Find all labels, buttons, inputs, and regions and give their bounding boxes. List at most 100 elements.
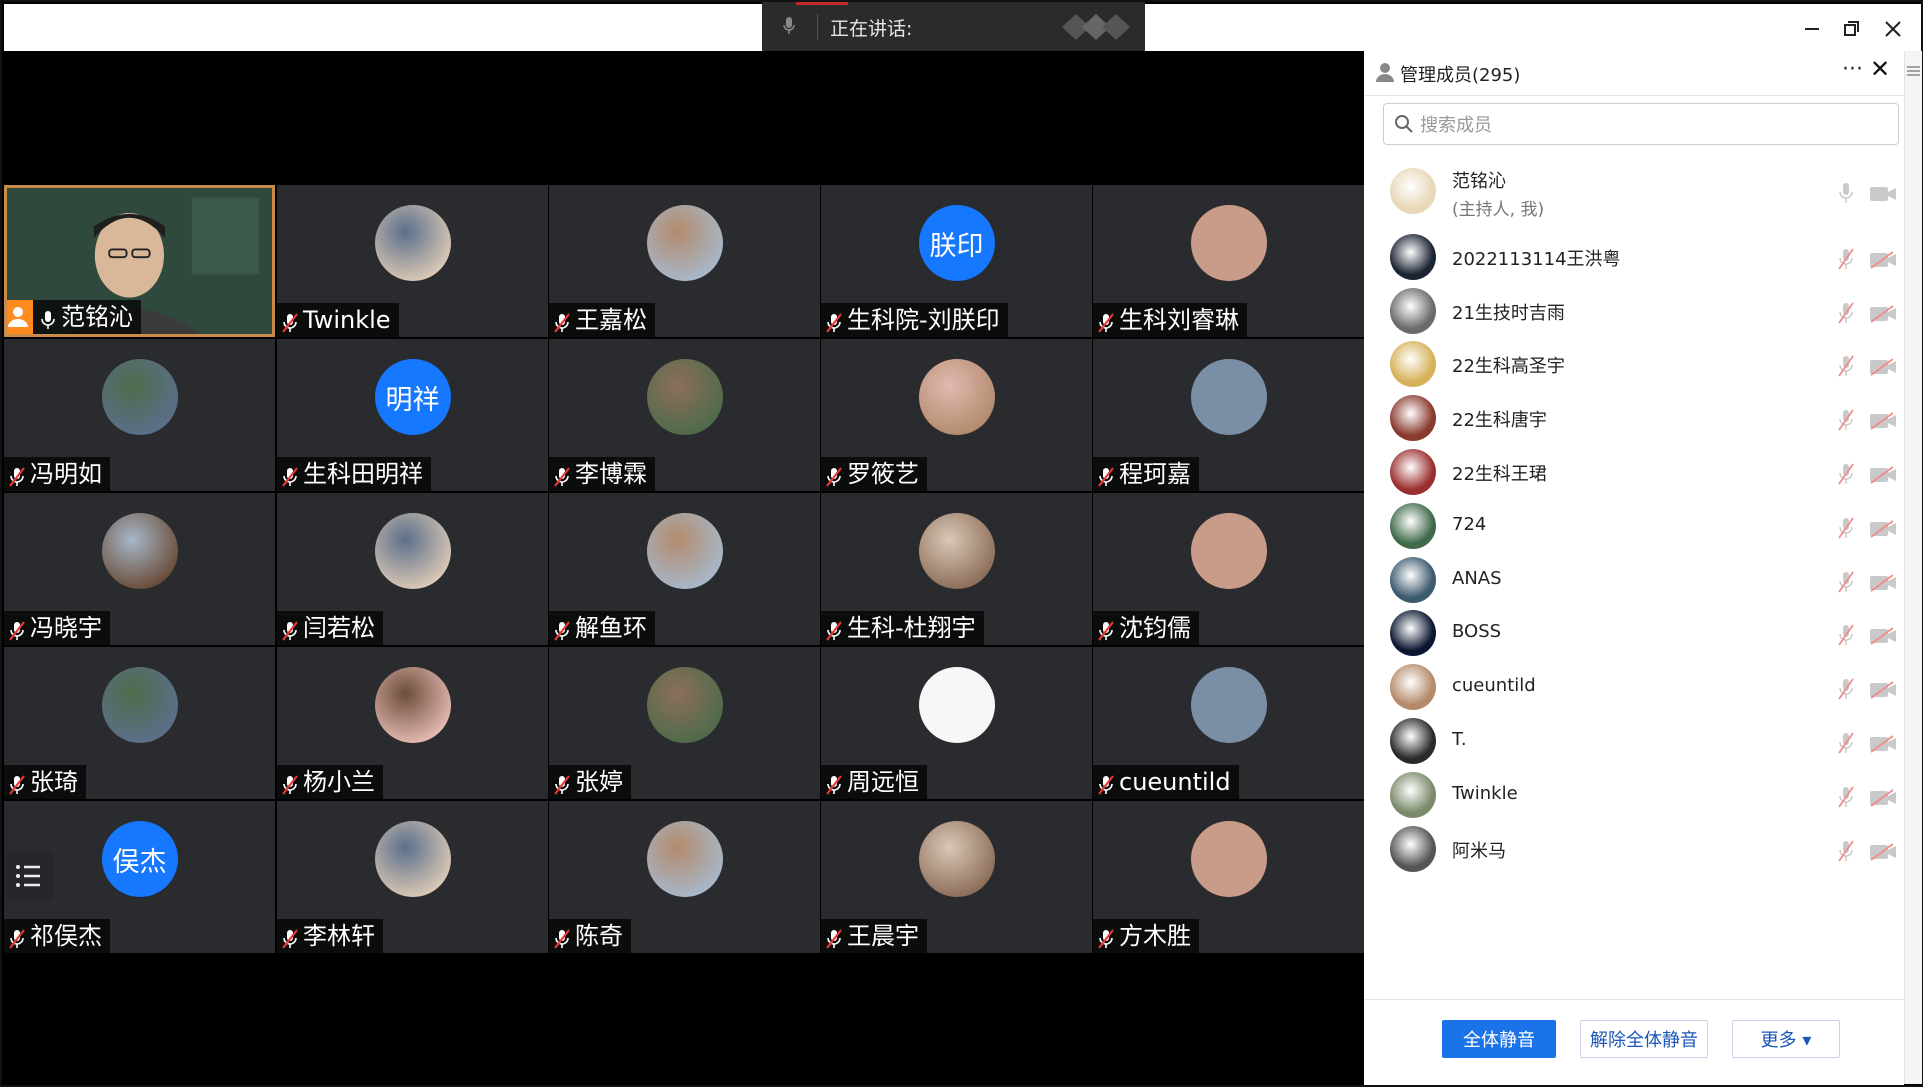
video-tile[interactable]: 李博霖: [549, 339, 820, 491]
video-tile[interactable]: 解鱼环: [549, 493, 820, 645]
muted-microphone-icon[interactable]: [1836, 839, 1856, 863]
member-avatar: [1390, 664, 1436, 711]
muted-microphone-icon[interactable]: [1836, 623, 1856, 647]
member-name: Twinkle: [1452, 782, 1518, 804]
participant-name: 祁俣杰: [30, 922, 102, 950]
muted-microphone-icon: [553, 309, 571, 333]
muted-microphone-icon: [553, 617, 571, 641]
camera-off-icon[interactable]: [1869, 412, 1897, 430]
participant-avatar: [374, 513, 451, 589]
video-tile[interactable]: 程珂嘉: [1093, 339, 1364, 491]
camera-off-icon[interactable]: [1869, 627, 1897, 646]
camera-off-icon[interactable]: [1869, 358, 1897, 377]
mute-all-button[interactable]: 全体静音: [1442, 1020, 1556, 1058]
participant-avatar: [101, 667, 178, 743]
participant-name: 杨小兰: [303, 768, 375, 796]
member-panel-title: 管理成员(295): [1400, 65, 1521, 86]
video-tile[interactable]: Twinkle: [277, 185, 548, 337]
member-row[interactable]: 阿米马: [1364, 817, 1904, 883]
participant-name-label: 祁俣杰: [4, 919, 110, 953]
member-avatar: [1390, 556, 1436, 603]
muted-microphone-icon[interactable]: [1836, 785, 1856, 809]
member-search-box[interactable]: [1383, 103, 1899, 145]
speaking-indicator: 正在讲话:: [762, 2, 1145, 51]
video-tile[interactable]: 王晨宇: [821, 801, 1092, 953]
muted-microphone-icon[interactable]: [1836, 301, 1856, 325]
video-tile[interactable]: 周远恒: [821, 647, 1092, 799]
close-window-icon[interactable]: [1878, 14, 1908, 44]
participant-avatar: [101, 359, 178, 435]
camera-off-icon[interactable]: [1869, 842, 1897, 861]
video-tile[interactable]: 冯明如: [4, 339, 275, 491]
video-tile[interactable]: 生科刘睿琳: [1093, 185, 1364, 337]
camera-icon[interactable]: [1869, 185, 1897, 203]
participant-name-label: 王嘉松: [549, 303, 655, 337]
muted-microphone-icon[interactable]: [1836, 731, 1856, 755]
muted-microphone-icon: [1097, 463, 1115, 487]
close-panel-icon[interactable]: ✕: [1870, 55, 1890, 83]
participant-avatar: 朕印: [918, 205, 995, 281]
video-tile[interactable]: 生科-杜翔宇: [821, 493, 1092, 645]
more-button[interactable]: 更多 ▾: [1732, 1020, 1840, 1058]
video-tile[interactable]: 王嘉松: [549, 185, 820, 337]
participant-avatar: [646, 821, 723, 897]
microphone-icon[interactable]: [1836, 181, 1856, 205]
camera-off-icon[interactable]: [1869, 789, 1897, 807]
member-panel-footer: 全体静音 解除全体静音 更多 ▾: [1364, 999, 1904, 1085]
video-tile[interactable]: 闫若松: [277, 493, 548, 645]
minimize-icon[interactable]: [1797, 14, 1827, 44]
muted-microphone-icon[interactable]: [1836, 462, 1856, 486]
video-tile[interactable]: 杨小兰: [277, 647, 548, 799]
member-name: 范铭沁: [1452, 171, 1506, 192]
muted-microphone-icon[interactable]: [1836, 677, 1856, 701]
participant-name-label: 张琦: [4, 765, 86, 799]
more-options-icon[interactable]: ···: [1842, 57, 1863, 82]
video-tile[interactable]: 张婷: [549, 647, 820, 799]
member-row[interactable]: 范铭沁 (主持人, 我): [1364, 159, 1904, 225]
video-tile[interactable]: 明祥 生科田明祥: [277, 339, 548, 491]
camera-off-icon[interactable]: [1869, 681, 1897, 699]
video-tile[interactable]: 朕印生科院-刘朕印: [821, 185, 1092, 337]
muted-microphone-icon[interactable]: [1836, 247, 1856, 271]
camera-off-icon[interactable]: [1869, 466, 1897, 484]
participant-avatar: [1190, 667, 1267, 743]
video-tile[interactable]: 冯晓宇: [4, 493, 275, 645]
camera-off-icon[interactable]: [1869, 735, 1897, 753]
participant-name: 生科刘睿琳: [1119, 306, 1239, 334]
muted-microphone-icon[interactable]: [1836, 570, 1856, 594]
muted-microphone-icon[interactable]: [1836, 516, 1856, 540]
muted-microphone-icon[interactable]: [1836, 354, 1856, 378]
camera-off-icon[interactable]: [1869, 520, 1897, 538]
muted-microphone-icon: [8, 771, 26, 795]
video-tile[interactable]: 范铭沁: [4, 185, 275, 337]
member-avatar: [1390, 610, 1436, 657]
muted-microphone-icon: [281, 463, 299, 487]
menu-icon[interactable]: [1907, 65, 1920, 77]
video-tile[interactable]: 罗筱艺: [821, 339, 1092, 491]
video-tile[interactable]: 张琦: [4, 647, 275, 799]
video-tile[interactable]: 方木胜: [1093, 801, 1364, 953]
member-name: BOSS: [1452, 621, 1502, 643]
list-toggle-button[interactable]: [4, 852, 54, 900]
video-tile[interactable]: 李林轩: [277, 801, 548, 953]
member-search-input[interactable]: [1418, 110, 1882, 140]
restore-icon[interactable]: [1836, 14, 1866, 44]
member-role: (主持人, 我): [1452, 200, 1545, 220]
muted-microphone-icon: [8, 617, 26, 641]
video-tile[interactable]: 陈奇: [549, 801, 820, 953]
camera-off-icon[interactable]: [1869, 573, 1897, 592]
speaker-avatars-blurred: [1062, 14, 1130, 40]
participant-name-label: 王晨宇: [821, 919, 927, 953]
participant-name-label: 生科院-刘朕印: [821, 303, 1008, 337]
participant-name: 生科田明祥: [303, 460, 423, 488]
muted-microphone-icon[interactable]: [1836, 408, 1856, 432]
participant-avatar: [646, 205, 723, 281]
video-tile[interactable]: cueuntild: [1093, 647, 1364, 799]
participant-name: 冯晓宇: [30, 614, 102, 642]
camera-off-icon[interactable]: [1869, 251, 1897, 269]
participant-avatar: [1190, 821, 1267, 897]
participant-name-label: 范铭沁: [7, 300, 141, 334]
video-tile[interactable]: 沈钧儒: [1093, 493, 1364, 645]
unmute-all-button[interactable]: 解除全体静音: [1580, 1020, 1708, 1058]
camera-off-icon[interactable]: [1869, 304, 1897, 323]
